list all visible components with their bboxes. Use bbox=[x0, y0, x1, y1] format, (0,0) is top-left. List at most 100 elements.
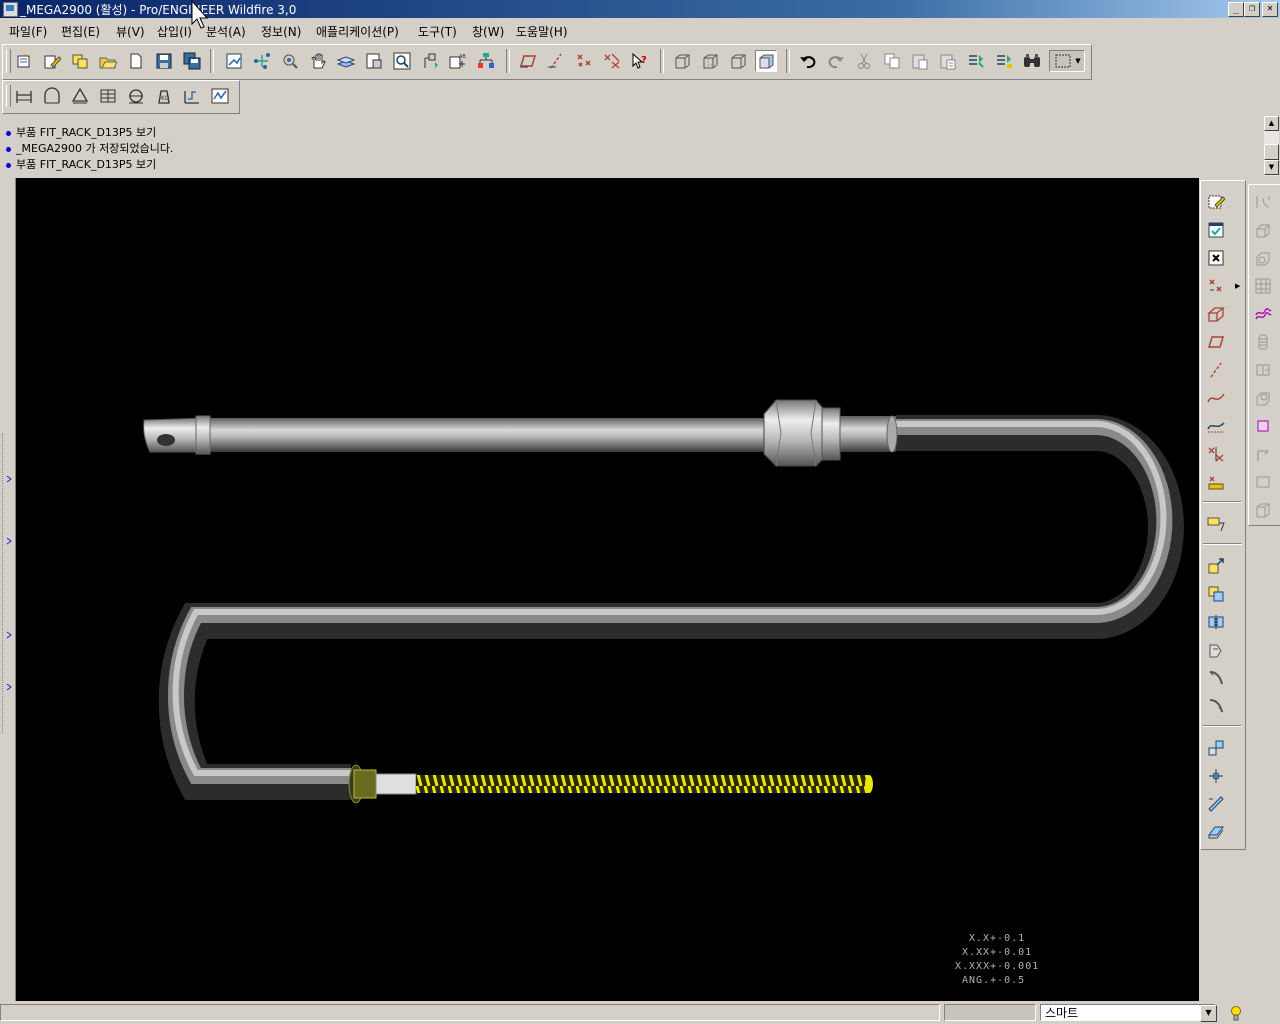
message-scrollbar[interactable]: ▲ ▼ bbox=[1264, 116, 1279, 176]
shell-icon[interactable] bbox=[1252, 191, 1274, 213]
round-icon[interactable] bbox=[1252, 387, 1274, 409]
section-icon[interactable] bbox=[125, 85, 147, 107]
sketch-tool-icon[interactable] bbox=[1205, 191, 1227, 213]
save-copy-icon[interactable] bbox=[181, 50, 203, 72]
menu-window[interactable]: 창(W) bbox=[472, 23, 504, 40]
sketch-setup-icon[interactable] bbox=[1205, 219, 1227, 241]
app-icon[interactable] bbox=[3, 2, 18, 17]
paste-icon[interactable] bbox=[909, 50, 931, 72]
copy-feature-icon[interactable] bbox=[1205, 555, 1227, 577]
paste-special-icon[interactable] bbox=[937, 50, 959, 72]
orient-icon[interactable] bbox=[279, 50, 301, 72]
measure-angle-icon[interactable] bbox=[41, 85, 63, 107]
close-button[interactable]: ✕ bbox=[1262, 2, 1278, 17]
layer-icon[interactable] bbox=[69, 50, 91, 72]
wireframe-icon[interactable] bbox=[671, 50, 693, 72]
revolve-icon[interactable] bbox=[1252, 247, 1274, 269]
hidden-line-icon[interactable] bbox=[699, 50, 721, 72]
hole-icon[interactable] bbox=[1252, 275, 1274, 297]
new-icon[interactable] bbox=[13, 50, 35, 72]
open-icon[interactable] bbox=[97, 50, 119, 72]
toolbar-grip[interactable] bbox=[6, 49, 11, 73]
layers-icon[interactable] bbox=[335, 50, 357, 72]
analysis-feature-icon[interactable] bbox=[1205, 471, 1227, 493]
regen-manager-icon[interactable] bbox=[993, 50, 1015, 72]
pattern-icon[interactable] bbox=[1205, 583, 1227, 605]
menu-edit[interactable]: 편집(E) bbox=[61, 23, 100, 40]
measure-table-icon[interactable] bbox=[97, 85, 119, 107]
redo-icon[interactable] bbox=[825, 50, 847, 72]
scroll-down-icon[interactable]: ▼ bbox=[1264, 160, 1279, 175]
csys-tool-icon[interactable] bbox=[1205, 443, 1227, 465]
intersect-icon[interactable] bbox=[1205, 765, 1227, 787]
cancel-feature-icon[interactable] bbox=[1205, 247, 1227, 269]
chevron-right-icon[interactable]: ▶ bbox=[1235, 282, 1240, 290]
datum-plane-tool-icon[interactable] bbox=[1205, 303, 1227, 325]
copy-icon[interactable] bbox=[881, 50, 903, 72]
selection-filter-select[interactable]: 스마트 bbox=[1040, 1004, 1216, 1021]
curve-tool-icon[interactable] bbox=[1205, 387, 1227, 409]
datum-point-icon[interactable] bbox=[573, 50, 595, 72]
model-tree-icon[interactable] bbox=[419, 50, 441, 72]
sketched-curve-icon[interactable] bbox=[1205, 415, 1227, 437]
scroll-thumb[interactable] bbox=[1264, 144, 1279, 160]
chamfer-icon[interactable] bbox=[1252, 415, 1274, 437]
mass-props-icon[interactable]: KG bbox=[153, 85, 175, 107]
thread-coil[interactable] bbox=[416, 775, 871, 793]
hex-nut[interactable] bbox=[763, 399, 841, 467]
chevron-down-icon[interactable]: ▼ bbox=[1200, 1005, 1217, 1022]
undo-icon[interactable] bbox=[797, 50, 819, 72]
menu-tools[interactable]: 도구(T) bbox=[418, 23, 457, 40]
menu-file[interactable]: 파일(F) bbox=[9, 23, 47, 40]
cosmetic-thread-icon[interactable] bbox=[1252, 331, 1274, 353]
graph-icon[interactable] bbox=[209, 85, 231, 107]
mirror-icon[interactable] bbox=[1205, 611, 1227, 633]
edit-icon[interactable] bbox=[41, 50, 63, 72]
find-icon[interactable] bbox=[1021, 50, 1043, 72]
menu-info[interactable]: 정보(N) bbox=[261, 23, 301, 40]
menu-help[interactable]: 도움말(H) bbox=[516, 23, 568, 40]
plane-tool-icon[interactable] bbox=[1205, 331, 1227, 353]
saved-views-icon[interactable]: AB bbox=[447, 50, 469, 72]
graphics-window[interactable]: X.X+-0.1 X.XX+-0.01 X.XXX+-0.001 ANG.+-0… bbox=[16, 178, 1199, 1001]
cut-icon[interactable] bbox=[853, 50, 875, 72]
spin-center-icon[interactable] bbox=[251, 50, 273, 72]
page-icon[interactable] bbox=[125, 50, 147, 72]
menu-insert[interactable]: 삽입(I) bbox=[157, 23, 192, 40]
select-box-icon[interactable]: ▼ bbox=[1049, 50, 1085, 72]
view-manager-icon[interactable] bbox=[363, 50, 385, 72]
menu-applications[interactable]: 애플리케이션(P) bbox=[316, 23, 399, 40]
zoom-window-icon[interactable] bbox=[391, 50, 413, 72]
lightbulb-icon[interactable] bbox=[1229, 1004, 1243, 1024]
extend-icon[interactable] bbox=[1205, 695, 1227, 717]
offset-icon[interactable] bbox=[1205, 737, 1227, 759]
annotation-icon[interactable] bbox=[1205, 513, 1227, 535]
datum-point-tool-icon[interactable] bbox=[1205, 275, 1227, 297]
analysis-icon[interactable] bbox=[181, 85, 203, 107]
no-hidden-icon[interactable] bbox=[727, 50, 749, 72]
regenerate-icon[interactable] bbox=[965, 50, 987, 72]
model-view[interactable] bbox=[16, 178, 1199, 1001]
datum-axis-icon[interactable] bbox=[545, 50, 567, 72]
whats-this-icon[interactable]: ? bbox=[629, 50, 651, 72]
scroll-up-icon[interactable]: ▲ bbox=[1264, 116, 1279, 131]
minimize-button[interactable]: _ bbox=[1228, 2, 1244, 17]
pan-icon[interactable] bbox=[307, 50, 329, 72]
merge-icon[interactable] bbox=[1205, 639, 1227, 661]
rib-icon[interactable] bbox=[1252, 303, 1274, 325]
shading-icon[interactable] bbox=[755, 50, 777, 72]
save-icon[interactable] bbox=[153, 50, 175, 72]
measure-area-icon[interactable] bbox=[69, 85, 91, 107]
menu-view[interactable]: 뷰(V) bbox=[116, 23, 145, 40]
navigator-strip[interactable] bbox=[0, 178, 16, 1001]
bent-tube[interactable] bbox=[158, 415, 1184, 800]
boundary-icon[interactable] bbox=[1252, 499, 1274, 521]
solidify-icon[interactable] bbox=[1205, 821, 1227, 843]
blend-icon[interactable] bbox=[1252, 471, 1274, 493]
rod-upper[interactable] bbox=[206, 418, 766, 452]
datum-plane-icon[interactable] bbox=[517, 50, 539, 72]
navigator-expand-icons[interactable] bbox=[6, 474, 14, 894]
draft-icon[interactable] bbox=[1252, 359, 1274, 381]
extrude-icon[interactable] bbox=[1252, 219, 1274, 241]
measure-distance-icon[interactable] bbox=[13, 85, 35, 107]
